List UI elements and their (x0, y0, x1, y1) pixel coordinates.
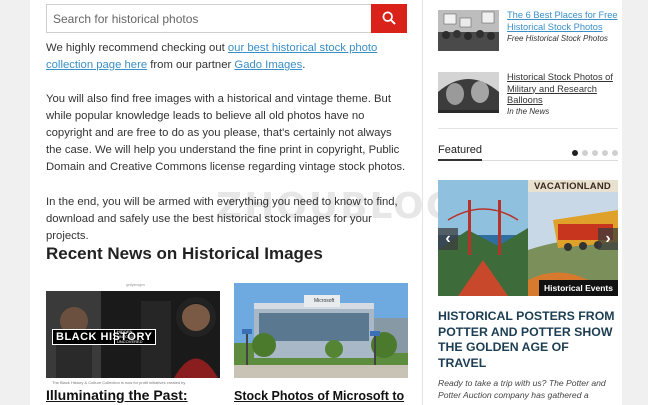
search-icon (382, 11, 396, 25)
search-input[interactable] (47, 5, 373, 32)
related-post[interactable]: The 6 Best Places for Free Historical St… (438, 10, 618, 55)
gado-images-link[interactable]: Gado Images (234, 59, 302, 71)
chevron-right-icon: › (605, 230, 611, 247)
related-post-title[interactable]: Historical Stock Photos of Military and … (507, 72, 619, 107)
related-post-title[interactable]: The 6 Best Places for Free Historical St… (507, 10, 619, 33)
microsoft-sign: Microsoft (314, 298, 335, 304)
related-post-link[interactable]: Historical Stock Photos of Military and … (507, 72, 613, 105)
black-history-image[interactable]: BLACK HISTORY HIDDEN UNTOLD UNCOVERED (46, 291, 220, 378)
related-post-category: Free Historical Stock Photos (507, 34, 608, 43)
intro-text: from our partner (147, 59, 235, 71)
related-post-thumbnail[interactable] (438, 72, 499, 113)
slider-dot[interactable] (612, 150, 618, 156)
column-divider (422, 0, 423, 405)
sidebar: The 6 Best Places for Free Historical St… (438, 0, 618, 405)
intro-text: We highly recommend checking out (46, 42, 228, 54)
getty-logo: gettyimages (126, 283, 145, 287)
related-post-category: In the News (507, 107, 550, 116)
related-post-link[interactable]: The 6 Best Places for Free Historical St… (507, 10, 618, 32)
black-history-subtext: HIDDEN UNTOLD UNCOVERED (114, 329, 148, 344)
slider-dot[interactable] (602, 150, 608, 156)
intro-paragraph-2: You will also find free images with a hi… (46, 93, 406, 173)
image-caption: The Black History & Culture Collection i… (52, 380, 186, 385)
slider-dot[interactable] (572, 150, 578, 156)
page: We highly recommend checking out our bes… (30, 0, 622, 405)
news-card[interactable]: Microsoft Stock Photos of Microsoft to (234, 281, 408, 405)
search-button[interactable] (371, 4, 407, 33)
slider-dots (572, 150, 618, 156)
chevron-left-icon: ‹ (445, 230, 451, 247)
recent-news-heading: Recent News on Historical Images (46, 244, 323, 263)
intro-paragraph-1: We highly recommend checking out our bes… (46, 40, 408, 74)
related-post[interactable]: Historical Stock Photos of Military and … (438, 72, 618, 120)
sidebar-separator (438, 128, 618, 129)
search-bar (46, 4, 407, 33)
protest-photo (438, 10, 499, 51)
microsoft-campus-image[interactable]: Microsoft (234, 283, 408, 378)
intro-text: . (302, 59, 306, 71)
slider-next-button[interactable]: › (598, 228, 618, 250)
poster-vacationland-text: VACATIONLAND (534, 181, 611, 192)
getty-banner: gettyimages (46, 281, 220, 289)
slider-dot[interactable] (582, 150, 588, 156)
news-card-title[interactable]: Illuminating the Past: (46, 387, 188, 403)
balloons-photo (438, 72, 499, 113)
featured-post-title[interactable]: HISTORICAL POSTERS FROM POTTER AND POTTE… (438, 309, 618, 371)
vacation-poster-illustration (438, 180, 618, 296)
slider-dot[interactable] (592, 150, 598, 156)
intro-paragraph-3: In the end, you will be armed with every… (46, 196, 398, 242)
featured-slide[interactable]: VACATIONLAND ‹ › Historical Events (438, 180, 618, 296)
slide-category-badge[interactable]: Historical Events (539, 280, 618, 296)
slider-prev-button[interactable]: ‹ (438, 228, 458, 250)
featured-post-excerpt: Ready to take a trip with us? The Potter… (438, 378, 606, 400)
main-content: We highly recommend checking out our bes… (46, 0, 499, 405)
news-card-title[interactable]: Stock Photos of Microsoft to (234, 389, 404, 403)
related-post-thumbnail[interactable] (438, 10, 499, 51)
news-card[interactable]: BLACK HISTORY HIDDEN UNTOLD UNCOVERED ge… (46, 281, 220, 405)
tab-featured[interactable]: Featured (438, 144, 482, 156)
tab-active-underline (438, 159, 482, 161)
